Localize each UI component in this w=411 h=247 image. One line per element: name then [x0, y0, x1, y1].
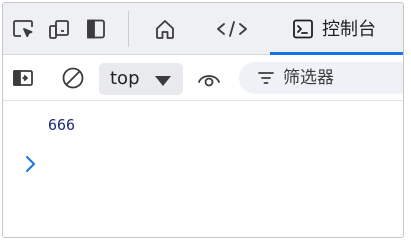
context-selector[interactable]: top: [99, 63, 183, 95]
console-log-message: 666: [48, 116, 76, 134]
elements-home-icon[interactable]: [153, 17, 177, 41]
dropdown-caret-icon: [155, 76, 171, 86]
inspect-element-icon[interactable]: [11, 17, 35, 41]
filter-input[interactable]: [283, 66, 403, 90]
filter-box: [239, 62, 403, 94]
clear-console-icon[interactable]: [61, 66, 85, 90]
device-toolbar-icon[interactable]: [47, 17, 71, 41]
console-toolbar: top: [3, 55, 403, 101]
sources-code-icon[interactable]: [215, 17, 249, 41]
devtools-main-toolbar: 控制台: [3, 3, 403, 55]
toolbar-divider: [128, 11, 129, 47]
devtools-window: 控制台 top 筛选器 666: [2, 2, 404, 238]
chevron-right-icon[interactable]: [22, 153, 40, 175]
tab-console-label: 控制台: [322, 19, 376, 40]
show-sidebar-icon[interactable]: [11, 66, 35, 90]
dock-panel-icon[interactable]: [84, 17, 108, 41]
context-selector-value: top: [110, 68, 140, 89]
tab-console[interactable]: 控制台: [270, 3, 403, 55]
filter-icon: [257, 69, 275, 87]
live-expression-eye-icon[interactable]: [197, 67, 221, 91]
console-icon: [291, 17, 315, 41]
